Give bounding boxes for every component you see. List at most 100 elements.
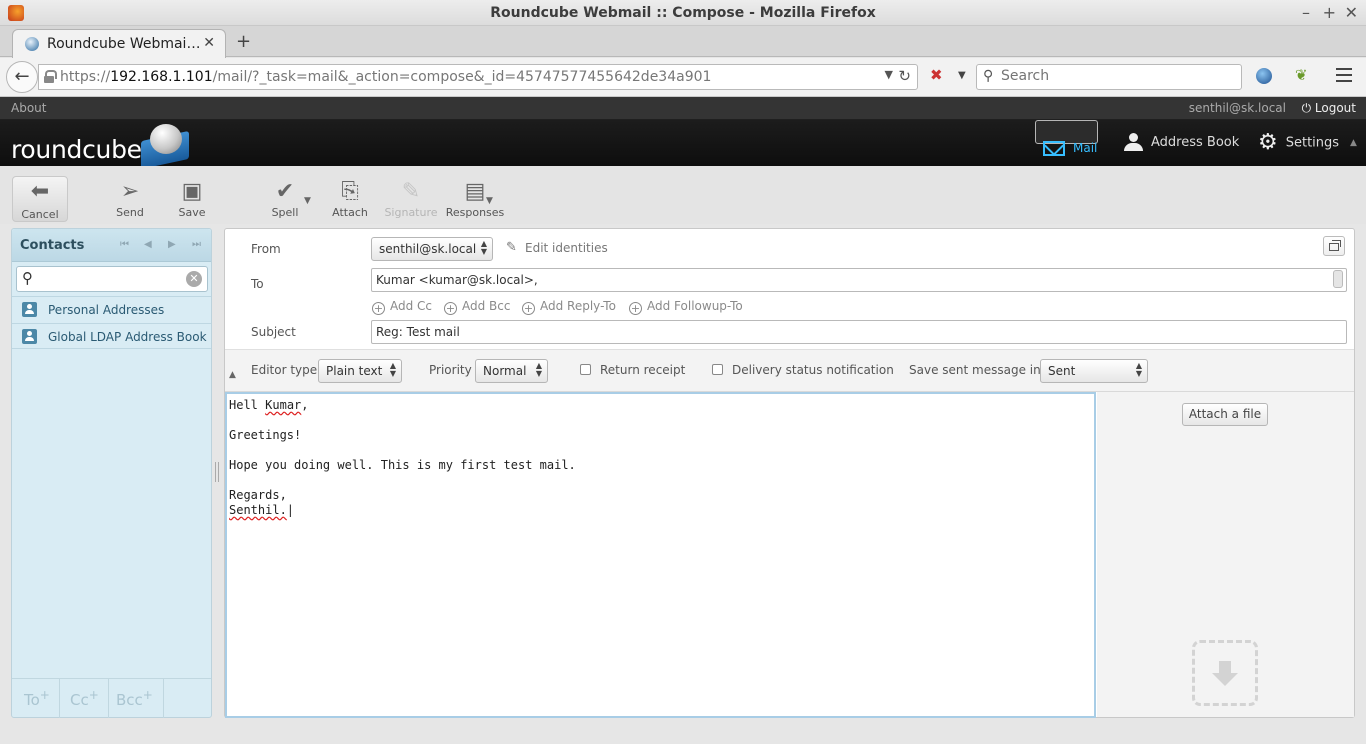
return-receipt-checkbox[interactable] <box>580 364 591 375</box>
about-link[interactable]: About <box>11 101 46 115</box>
attach-label: Attach <box>332 206 368 219</box>
popout-icon[interactable] <box>1323 236 1345 256</box>
subject-field[interactable]: Reg: Test mail <box>371 320 1347 344</box>
insert-bcc-button[interactable]: Bcc+ <box>110 678 164 718</box>
search-icon: ⚲ <box>22 269 33 287</box>
minimize-icon[interactable]: – <box>1302 3 1310 22</box>
to-value: Kumar <kumar@sk.local>, <box>376 273 538 287</box>
body-text-misspelled: Senthil. <box>229 503 287 517</box>
to-field-scrollbar[interactable] <box>1333 270 1343 288</box>
new-tab-icon[interactable]: + <box>236 31 251 52</box>
nav-address-book[interactable]: Address Book <box>1113 120 1249 166</box>
reload-icon[interactable]: ↻ <box>898 67 911 85</box>
responses-button[interactable]: ▤ Responses <box>444 178 506 219</box>
pencil-icon: ✎ <box>506 240 517 255</box>
signature-label: Signature <box>384 206 438 219</box>
signature-pen-icon: ✎ <box>401 179 421 204</box>
responses-dropdown-icon[interactable]: ▼ <box>486 196 493 206</box>
addon-leaf-icon[interactable]: ❦ <box>1295 66 1308 84</box>
message-body-editor[interactable]: Hell Kumar, Greetings! Hope you doing we… <box>225 392 1096 718</box>
paper-plane-icon: ➢ <box>120 179 140 204</box>
nav-mail[interactable]: Mail <box>1035 120 1099 156</box>
addon-dropdown-icon[interactable]: ▼ <box>958 70 966 81</box>
save-label: Save <box>178 206 206 219</box>
dsn-checkbox[interactable] <box>712 364 723 375</box>
add-followup-to-link[interactable]: + Add Followup-To <box>629 299 743 315</box>
lock-icon <box>44 70 57 83</box>
contacts-search[interactable]: ⚲ ✕ <box>16 266 208 292</box>
nav-settings[interactable]: ⚙ Settings <box>1248 120 1349 166</box>
insert-bcc-label: Bcc <box>116 691 143 709</box>
contacts-search-input[interactable] <box>41 270 186 285</box>
first-page-icon[interactable]: ⏮ <box>120 239 129 250</box>
editor-type-value: Plain text <box>326 364 383 378</box>
add-bcc-link[interactable]: + Add Bcc <box>444 299 510 315</box>
url-bar[interactable]: https://192.168.1.101/mail/?_task=mail&_… <box>38 64 918 90</box>
addon-blocked-icon[interactable]: ✖ <box>930 66 943 84</box>
subject-value: Reg: Test mail <box>376 325 460 339</box>
add-reply-to-link[interactable]: + Add Reply-To <box>522 299 616 315</box>
maximize-icon[interactable]: + <box>1323 3 1336 22</box>
return-receipt-label: Return receipt <box>600 363 686 377</box>
send-button[interactable]: ➢ Send <box>102 178 158 219</box>
url-text[interactable]: https://192.168.1.101/mail/?_task=mail&_… <box>60 69 711 85</box>
priority-select[interactable]: Normal ▲ ▼ <box>475 359 548 383</box>
body-text: , <box>301 398 309 412</box>
contacts-header: Contacts ⏮ ◀ ▶ ⏭ <box>12 229 211 262</box>
from-value: senthil@sk.local <box>379 242 477 256</box>
body-text: Hope you doing well. This is my first te… <box>229 458 576 472</box>
editor-type-select[interactable]: Plain text ▲ ▼ <box>318 359 402 383</box>
document-icon: ▤ <box>464 179 486 204</box>
from-select[interactable]: senthil@sk.local ▲ ▼ <box>371 237 493 261</box>
attach-file-button[interactable]: Attach a file <box>1182 403 1268 426</box>
browser-search-box[interactable]: ⚲ <box>976 64 1242 90</box>
url-dropdown-icon[interactable]: ▼ <box>885 68 893 81</box>
insert-to-button[interactable]: To+ <box>12 678 60 718</box>
cancel-button[interactable]: ⬅ Cancel <box>12 176 68 222</box>
close-tab-icon[interactable]: ✕ <box>203 35 215 51</box>
window-title: Roundcube Webmail :: Compose - Mozilla F… <box>490 5 876 21</box>
select-arrows-icon: ▲ ▼ <box>389 361 396 378</box>
nav-settings-label: Settings <box>1285 135 1340 151</box>
collapse-headers-icon[interactable]: ▲ <box>229 370 236 380</box>
envelope-icon <box>1043 141 1065 156</box>
clear-search-icon[interactable]: ✕ <box>186 271 202 287</box>
file-drop-zone[interactable] <box>1192 640 1258 706</box>
contacts-title: Contacts <box>20 238 85 253</box>
add-cc-link[interactable]: + Add Cc <box>372 299 432 315</box>
nav-address-book-label: Address Book <box>1151 135 1240 150</box>
send-label: Send <box>116 206 144 219</box>
select-arrows-icon: ▲ ▼ <box>480 239 487 256</box>
browser-tab[interactable]: Roundcube Webmai… ✕ <box>12 29 226 58</box>
header-collapse-icon[interactable]: ▲ <box>1350 138 1357 148</box>
previous-page-icon[interactable]: ◀ <box>144 239 152 250</box>
signature-button[interactable]: ✎ Signature <box>383 178 439 219</box>
plus-circle-icon: + <box>444 302 457 315</box>
person-icon <box>1123 132 1143 153</box>
paperclip-icon: ⎘ <box>341 179 359 204</box>
save-button[interactable]: ▣ Save <box>164 178 220 219</box>
save-sent-select[interactable]: Sent ▲ ▼ <box>1040 359 1148 383</box>
insert-cc-button[interactable]: Cc+ <box>61 678 109 718</box>
address-book-item[interactable]: Global LDAP Address Book <box>12 323 211 349</box>
attach-button[interactable]: ⎘ Attach <box>322 178 378 219</box>
subject-label: Subject <box>251 325 296 339</box>
hamburger-menu-icon[interactable] <box>1336 68 1352 86</box>
browser-search-input[interactable] <box>1001 68 1221 84</box>
plus-icon: + <box>39 688 50 702</box>
next-page-icon[interactable]: ▶ <box>168 239 176 250</box>
back-button-icon[interactable]: ← <box>6 61 38 93</box>
address-book-label: Personal Addresses <box>48 303 165 317</box>
insert-to-label: To <box>24 691 40 709</box>
nav-mail-label: Mail <box>1073 141 1098 155</box>
panel-splitter[interactable] <box>215 462 219 482</box>
logout-link[interactable]: ⏻ Logout <box>1302 101 1356 116</box>
close-window-icon[interactable]: ✕ <box>1345 3 1358 22</box>
spell-dropdown-icon[interactable]: ▼ <box>304 196 311 206</box>
edit-identities-link[interactable]: Edit identities <box>525 241 608 255</box>
address-book-item[interactable]: Personal Addresses <box>12 296 211 322</box>
to-field[interactable]: Kumar <kumar@sk.local>, <box>371 268 1347 292</box>
last-page-icon[interactable]: ⏭ <box>192 239 201 250</box>
addon-globe-icon[interactable] <box>1256 68 1272 84</box>
plus-circle-icon: + <box>372 302 385 315</box>
